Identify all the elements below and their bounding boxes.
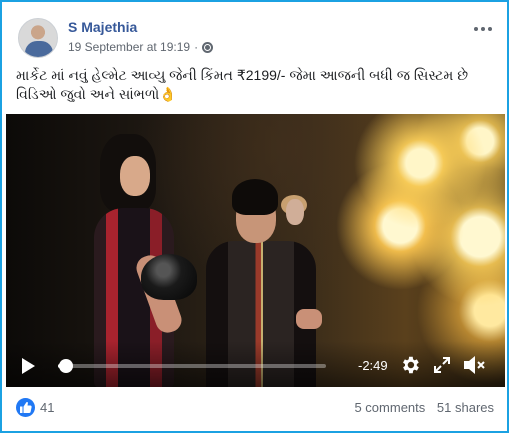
meta-separator: · (194, 40, 199, 54)
post-card: S Majethia 19 September at 19:19 · માર્ક… (0, 0, 509, 433)
volume-icon[interactable] (462, 354, 486, 376)
more-options-icon[interactable] (472, 22, 494, 36)
avatar[interactable] (18, 18, 58, 58)
time-remaining: -2:49 (358, 358, 388, 373)
ok-hand-emoji: 👌 (159, 86, 177, 102)
video-helmet (141, 254, 197, 300)
like-count[interactable]: 41 (40, 400, 54, 415)
author-name[interactable]: S Majethia (68, 19, 137, 35)
expand-icon[interactable] (433, 356, 451, 374)
gear-icon[interactable] (399, 354, 421, 376)
post-meta: 19 September at 19:19 · (68, 40, 214, 54)
progress-bar[interactable] (58, 359, 326, 373)
post-footer: 41 5 comments 51 shares (16, 396, 494, 420)
post-header: S Majethia 19 September at 19:19 · (16, 14, 496, 58)
progress-handle[interactable] (59, 359, 74, 373)
like-icon[interactable] (16, 398, 35, 417)
engagement-stats: 5 comments 51 shares (354, 400, 494, 415)
post-caption: માર્કેટ માં નવું હેલ્મેટ આવ્યુ જેની કિંમ… (16, 66, 496, 104)
shares-count[interactable]: 51 shares (437, 400, 494, 415)
globe-icon[interactable] (202, 41, 214, 53)
post-timestamp[interactable]: 19 September at 19:19 (68, 40, 190, 54)
video-controls: -2:49 (6, 341, 505, 387)
comments-count[interactable]: 5 comments (354, 400, 425, 415)
play-icon[interactable] (22, 358, 35, 374)
caption-text: માર્કેટ માં નવું હેલ્મેટ આવ્યુ જેની કિંમ… (16, 67, 469, 102)
video-player[interactable]: -2:49 (6, 114, 505, 387)
